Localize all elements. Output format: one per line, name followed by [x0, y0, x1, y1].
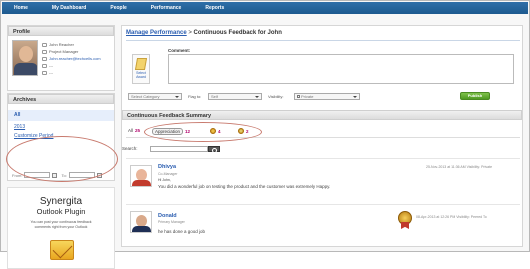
profile-line4: ---	[49, 63, 53, 68]
feed-item: Dhivya Co-Manager Hi John, You did a won…	[126, 158, 520, 204]
profile-email[interactable]: John.reacher@techcells.com	[49, 56, 101, 61]
archives-heading: Archives	[8, 94, 114, 104]
plugin-title: Synergita	[39, 196, 83, 207]
page-title: Continuous Feedback for John	[193, 30, 282, 36]
feed-meta: 25-Nov-2013 at 11:36 AM Visibility: Priv…	[426, 165, 493, 169]
feed-item: Donald Primary Manager he has done a goo…	[126, 204, 520, 246]
app-window: Home My Dashboard People Performance Rep…	[0, 0, 530, 269]
highlight-ellipse	[144, 122, 262, 142]
publish-button[interactable]: Publish	[460, 92, 490, 100]
breadcrumb-link[interactable]: Manage Performance	[126, 30, 187, 36]
feed-meta: 08-Apr-2013 at 12:26 PM Visibility: Peer…	[416, 215, 487, 219]
visibility-label: Visibility:	[268, 94, 284, 99]
pencil-icon	[134, 58, 148, 70]
profile-photo	[12, 40, 38, 76]
avatar-body	[132, 180, 151, 186]
breadcrumb: Manage Performance > Continuous Feedback…	[126, 30, 282, 36]
flag-label: Flag to:	[188, 94, 202, 99]
feed-author-role: Co-Manager	[158, 172, 178, 176]
profile-heading: Profile	[8, 26, 114, 36]
location-icon	[42, 70, 47, 75]
visibility-select[interactable]: Private	[294, 93, 360, 100]
photo-shirt	[14, 63, 37, 75]
chevron-down-icon	[255, 96, 259, 98]
plugin-description: You can post your continuous feedback co…	[30, 220, 92, 229]
nav-people[interactable]: People	[98, 5, 138, 11]
profile-email-row: John.reacher@techcells.com	[42, 56, 101, 61]
visibility-value: Private	[301, 94, 314, 99]
highlight-ellipse	[6, 136, 118, 182]
feed-message: You did a wonderful job on testing the p…	[158, 184, 331, 189]
profile-name: John Reacher	[49, 42, 74, 47]
comment-label: Comment:	[168, 48, 191, 53]
category-select-value: Select Category	[131, 94, 160, 99]
award-medal-icon	[398, 211, 412, 229]
plugin-subtitle: Outlook Plugin	[36, 207, 86, 216]
summary-heading: Continuous Feedback Summary	[122, 110, 522, 120]
search-label: Search:	[122, 146, 138, 151]
feed-salutation: Hi John,	[158, 178, 171, 182]
photo-face	[19, 46, 33, 62]
outlook-plugin-promo: Synergita Outlook Plugin You can post yo…	[7, 187, 115, 269]
search-button[interactable]	[208, 146, 220, 153]
profile-panel: Profile John Reacher Project Manager Joh…	[7, 25, 115, 91]
nav-home[interactable]: Home	[6, 5, 40, 11]
left-sidebar: Profile John Reacher Project Manager Joh…	[6, 25, 118, 269]
avatar-body	[132, 226, 151, 232]
feed-author-name[interactable]: Donald	[158, 213, 177, 219]
profile-title: Project Manager	[49, 49, 79, 54]
feed-author-role: Primary Manager	[158, 220, 185, 224]
profile-title-row: Project Manager	[42, 49, 78, 54]
envelope-icon[interactable]	[50, 240, 74, 260]
archive-all[interactable]: All	[8, 110, 114, 121]
avatar	[130, 211, 152, 233]
feed-message: he has done a good job	[158, 229, 206, 234]
top-navigation-bar: Home My Dashboard People Performance Rep…	[2, 2, 528, 14]
search-input[interactable]	[150, 146, 208, 152]
comment-textarea[interactable]	[168, 54, 514, 84]
flag-to-select[interactable]: Self	[208, 93, 262, 100]
profile-line4-row: ---	[42, 63, 53, 68]
profile-line5-row: ---	[42, 70, 53, 75]
mail-icon	[42, 56, 47, 61]
nav-my-dashboard[interactable]: My Dashboard	[40, 5, 98, 11]
lock-icon	[297, 95, 300, 98]
profile-name-row: John Reacher	[42, 42, 74, 47]
award-label: Select Award	[136, 71, 146, 79]
nav-reports[interactable]: Reports	[193, 5, 236, 11]
chevron-down-icon	[175, 96, 179, 98]
avatar	[130, 165, 152, 187]
main-content: Manage Performance > Continuous Feedback…	[121, 25, 523, 247]
phone-icon	[42, 63, 47, 68]
archives-panel: Archives All 2013 Customize Period From:…	[6, 93, 118, 182]
profile-line5: ---	[49, 70, 53, 75]
nav-performance[interactable]: Performance	[139, 5, 194, 11]
chevron-down-icon	[353, 96, 357, 98]
medal-ribbon	[401, 222, 409, 229]
flag-to-value: Self	[211, 94, 218, 99]
filter-all[interactable]: All 25	[128, 128, 140, 133]
filter-all-label: All	[128, 128, 134, 133]
briefcase-icon	[42, 49, 47, 54]
breadcrumb-separator: >	[186, 30, 194, 36]
divider	[126, 40, 520, 41]
filter-all-count: 25	[135, 128, 141, 133]
select-award-button[interactable]: Select Award	[132, 54, 150, 84]
category-select[interactable]: Select Category	[128, 93, 182, 100]
person-icon	[42, 42, 47, 47]
feed-author-name[interactable]: Dhivya	[158, 164, 176, 170]
